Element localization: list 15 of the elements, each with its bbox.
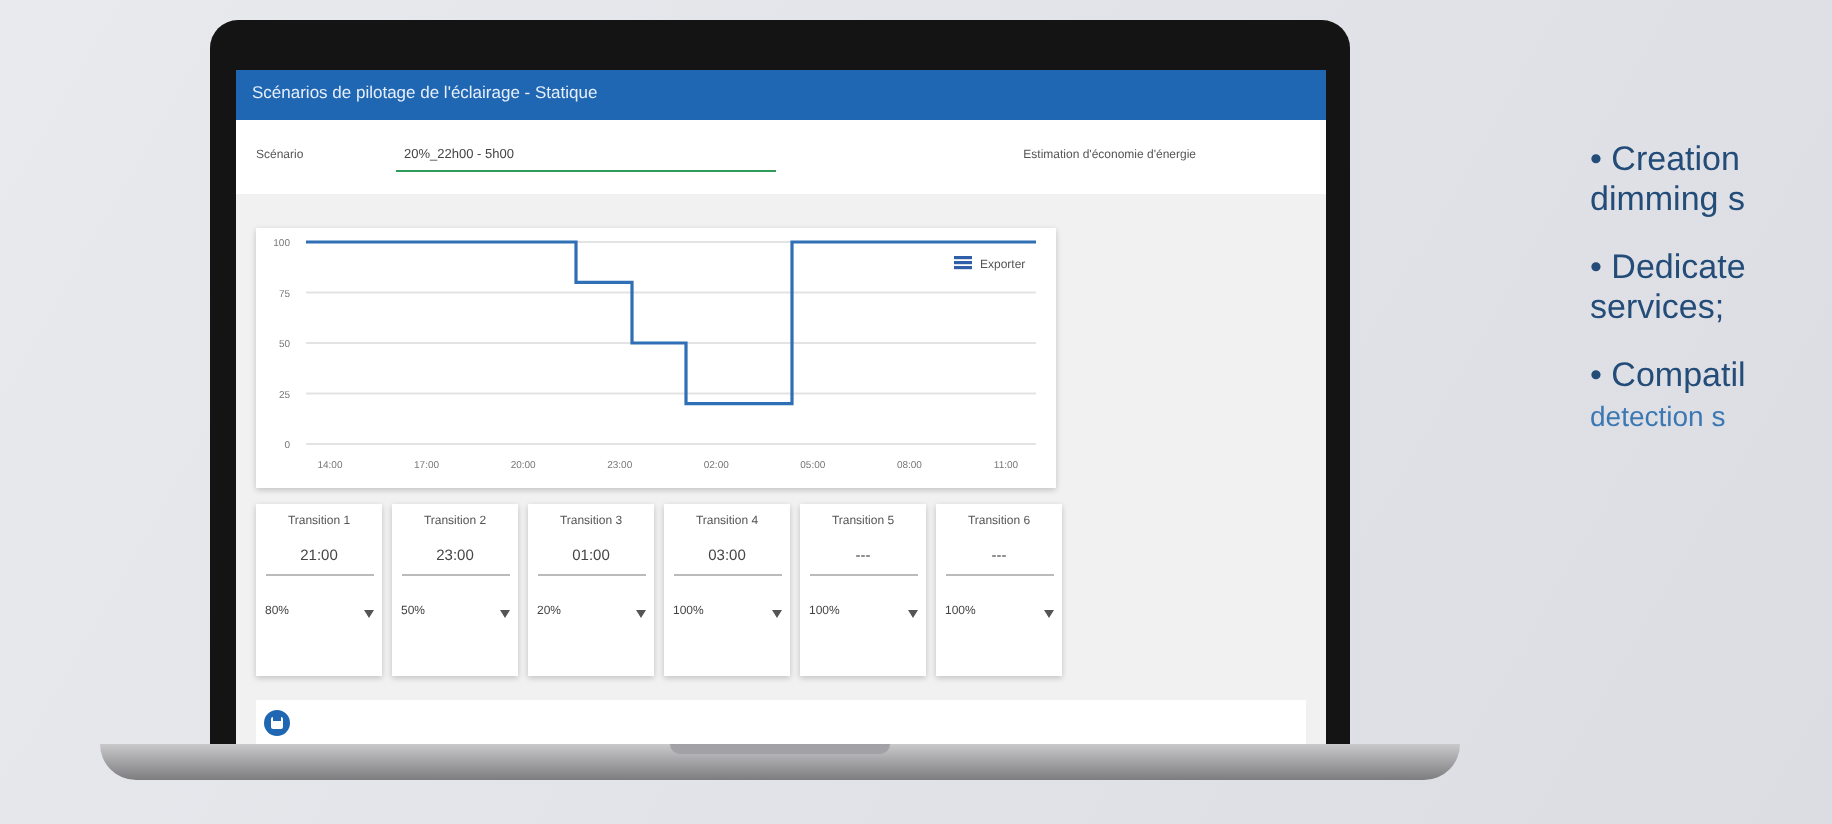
- feature-text: • Dedicate: [1590, 248, 1746, 288]
- feature-text: • Compatil: [1590, 356, 1746, 396]
- caret-icon: [771, 609, 781, 618]
- caret-icon: [499, 609, 509, 618]
- caret-icon: [363, 609, 373, 618]
- caret-icon: [1043, 609, 1053, 618]
- feature-text: • Creation: [1590, 140, 1742, 180]
- caret-icon: [907, 609, 917, 618]
- feature-text: services;: [1590, 288, 1727, 328]
- save-icon[interactable]: [264, 709, 290, 735]
- menu-icon[interactable]: [954, 256, 972, 270]
- caret-icon: [635, 609, 645, 618]
- feature-text: detection s: [1590, 398, 1728, 436]
- feature-text: dimming s: [1590, 180, 1746, 220]
- window-title: Scénarios de pilotage de l'éclairage - Statique: [252, 82, 598, 102]
